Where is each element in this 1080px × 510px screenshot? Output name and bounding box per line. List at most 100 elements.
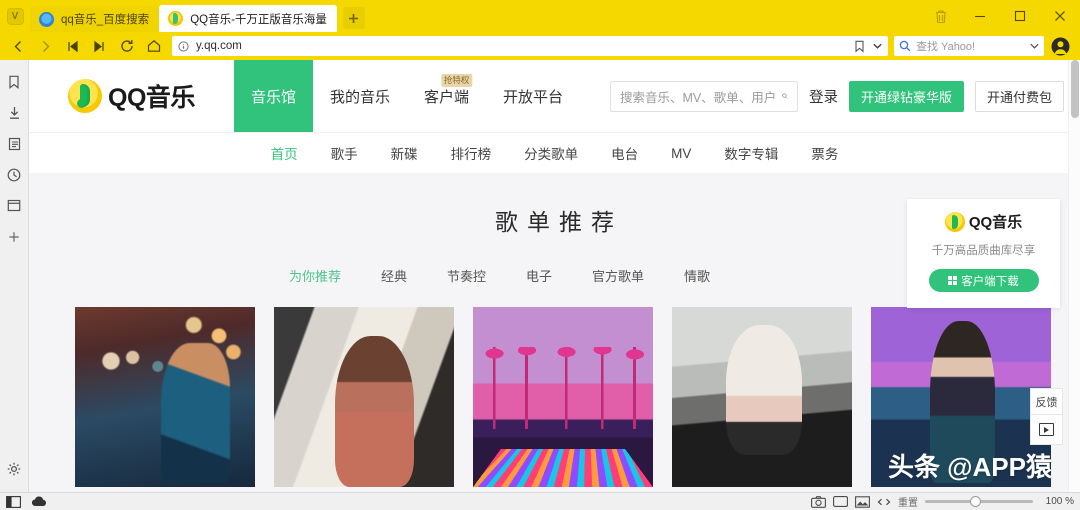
status-bar: 重置 100 % bbox=[0, 492, 1080, 510]
nav-label: 客户端 bbox=[424, 88, 470, 106]
subnav-item-ranking[interactable]: 排行榜 bbox=[451, 143, 492, 163]
fastforward-icon bbox=[94, 40, 104, 52]
filter-official[interactable]: 官方歌单 bbox=[592, 266, 644, 285]
subnav-item-home[interactable]: 首页 bbox=[271, 143, 298, 163]
login-button[interactable]: 登录 bbox=[809, 86, 838, 107]
browser-sidebar bbox=[0, 60, 29, 492]
site-search-input[interactable]: 搜索音乐、MV、歌单、用户 bbox=[609, 80, 798, 112]
browser-tab-1[interactable]: qq音乐_百度搜索 bbox=[30, 6, 160, 32]
close-button[interactable] bbox=[1040, 0, 1080, 32]
url-bar[interactable]: y.qq.com bbox=[172, 36, 888, 56]
capture-icon[interactable] bbox=[811, 495, 826, 508]
panel-toggle-icon[interactable] bbox=[6, 495, 21, 508]
profile-icon[interactable] bbox=[1046, 34, 1074, 58]
subnav-item-mv[interactable]: MV bbox=[671, 146, 691, 161]
subnav-item-singer[interactable]: 歌手 bbox=[331, 143, 358, 163]
nav-item-music-hall[interactable]: 音乐馆 bbox=[234, 60, 314, 132]
chevron-down-icon[interactable] bbox=[873, 43, 882, 49]
zoom-percent-label: 100 % bbox=[1045, 496, 1074, 507]
filter-recommended[interactable]: 为你推荐 bbox=[289, 266, 341, 285]
plus-icon bbox=[349, 13, 359, 23]
browser-window: V qq音乐_百度搜索 QQ音乐-千万正版音乐海量 y.qq.com 查找 Ya… bbox=[0, 0, 1080, 510]
animation-icon[interactable] bbox=[877, 496, 891, 508]
maximize-button[interactable] bbox=[1000, 0, 1040, 32]
reload-button[interactable] bbox=[114, 34, 139, 58]
green-vip-button[interactable]: 开通绿钻豪华版 bbox=[848, 80, 964, 112]
vivaldi-icon[interactable]: V bbox=[0, 0, 30, 32]
subnav-item-new-album[interactable]: 新碟 bbox=[391, 143, 418, 163]
plus-icon bbox=[9, 231, 19, 242]
cloud-icon[interactable] bbox=[31, 496, 47, 507]
title-bar: V qq音乐_百度搜索 QQ音乐-千万正版音乐海量 bbox=[0, 0, 1080, 32]
zoom-slider-knob[interactable] bbox=[970, 495, 982, 507]
filter-rhythm[interactable]: 节奏控 bbox=[447, 266, 486, 285]
browser-tab-2[interactable]: QQ音乐-千万正版音乐海量 bbox=[159, 5, 337, 32]
sidebar-item-add-panel[interactable] bbox=[0, 221, 29, 252]
page-scrollbar[interactable] bbox=[1068, 60, 1080, 492]
qqmusic-logo-mark bbox=[68, 79, 102, 113]
back-button[interactable] bbox=[6, 34, 31, 58]
subnav-item-category-playlist[interactable]: 分类歌单 bbox=[524, 143, 578, 163]
rewind-button[interactable] bbox=[60, 34, 85, 58]
subnav-item-ticketing[interactable]: 票务 bbox=[811, 143, 838, 163]
video-play-button[interactable] bbox=[1030, 415, 1063, 445]
qqmusic-logo[interactable]: QQ音乐 bbox=[68, 78, 234, 114]
sidebar-item-history[interactable] bbox=[0, 159, 29, 190]
primary-nav: 音乐馆 我的音乐 抢特权 客户端 开放平台 bbox=[234, 60, 580, 132]
status-bar-left bbox=[6, 495, 47, 508]
minimize-button[interactable] bbox=[960, 0, 1000, 32]
scrollbar-thumb[interactable] bbox=[1071, 60, 1079, 118]
sidebar-item-window[interactable] bbox=[0, 190, 29, 221]
playlist-card-3[interactable] bbox=[473, 307, 653, 487]
forward-button[interactable] bbox=[33, 34, 58, 58]
playlist-card-1[interactable] bbox=[75, 307, 255, 487]
status-bar-right: 重置 100 % bbox=[811, 494, 1074, 509]
filter-electronic[interactable]: 电子 bbox=[526, 266, 552, 285]
subnav-item-radio[interactable]: 电台 bbox=[611, 143, 638, 163]
bookmark-icon[interactable] bbox=[854, 40, 865, 53]
info-icon bbox=[178, 40, 189, 52]
nav-item-client[interactable]: 抢特权 客户端 bbox=[407, 60, 486, 132]
paid-pack-button[interactable]: 开通付费包 bbox=[974, 80, 1064, 112]
playlist-cover-2 bbox=[274, 307, 454, 487]
trash-icon[interactable] bbox=[922, 0, 960, 32]
browser-search-box[interactable]: 查找 Yahoo! bbox=[894, 36, 1044, 56]
windows-icon bbox=[948, 276, 958, 285]
brand-name: QQ音乐 bbox=[108, 84, 195, 112]
green-vip-label: 开通绿钻豪华版 bbox=[860, 89, 952, 105]
promo-tagline: 千万高品质曲库尽享 bbox=[931, 245, 1036, 257]
new-tab-button[interactable] bbox=[342, 7, 365, 29]
window-icon bbox=[7, 199, 21, 212]
nav-item-my-music[interactable]: 我的音乐 bbox=[313, 60, 407, 132]
sidebar-item-notes[interactable] bbox=[0, 128, 29, 159]
tiling-icon[interactable] bbox=[833, 496, 848, 507]
nav-item-open-platform[interactable]: 开放平台 bbox=[486, 60, 580, 132]
url-text: y.qq.com bbox=[196, 40, 242, 52]
secondary-nav: 首页 歌手 新碟 排行榜 分类歌单 电台 MV 数字专辑 票务 bbox=[29, 132, 1080, 173]
address-bar: y.qq.com 查找 Yahoo! bbox=[0, 32, 1080, 60]
site-header: QQ音乐 音乐馆 我的音乐 抢特权 客户端 开放平台 搜索音乐、MV、歌单、用户… bbox=[29, 60, 1080, 132]
playlist-card-2[interactable] bbox=[274, 307, 454, 487]
home-button[interactable] bbox=[141, 34, 166, 58]
filter-classic[interactable]: 经典 bbox=[381, 266, 407, 285]
filter-love-songs[interactable]: 情歌 bbox=[684, 266, 710, 285]
playlist-card-4[interactable] bbox=[672, 307, 852, 487]
window-controls bbox=[922, 0, 1080, 32]
home-icon bbox=[147, 40, 160, 52]
baidu-favicon bbox=[39, 11, 54, 27]
sidebar-item-bookmarks[interactable] bbox=[0, 66, 29, 97]
client-download-promo[interactable]: QQ音乐 千万高品质曲库尽享 客户端下载 bbox=[907, 199, 1060, 308]
chevron-down-icon[interactable] bbox=[1030, 43, 1039, 49]
image-toggle-icon[interactable] bbox=[855, 495, 870, 508]
nav-badge: 抢特权 bbox=[440, 74, 473, 88]
sidebar-item-settings[interactable] bbox=[0, 453, 29, 484]
zoom-slider[interactable] bbox=[925, 495, 1033, 507]
nav-label: 音乐馆 bbox=[251, 88, 297, 106]
subnav-item-digital-album[interactable]: 数字专辑 bbox=[724, 143, 778, 163]
sidebar-item-downloads[interactable] bbox=[0, 97, 29, 128]
client-download-button[interactable]: 客户端下载 bbox=[928, 269, 1039, 292]
nav-label: 我的音乐 bbox=[330, 88, 391, 106]
fastforward-button[interactable] bbox=[87, 34, 112, 58]
zoom-reset-button[interactable]: 重置 bbox=[898, 494, 918, 509]
feedback-button[interactable]: 反馈 bbox=[1030, 388, 1063, 415]
